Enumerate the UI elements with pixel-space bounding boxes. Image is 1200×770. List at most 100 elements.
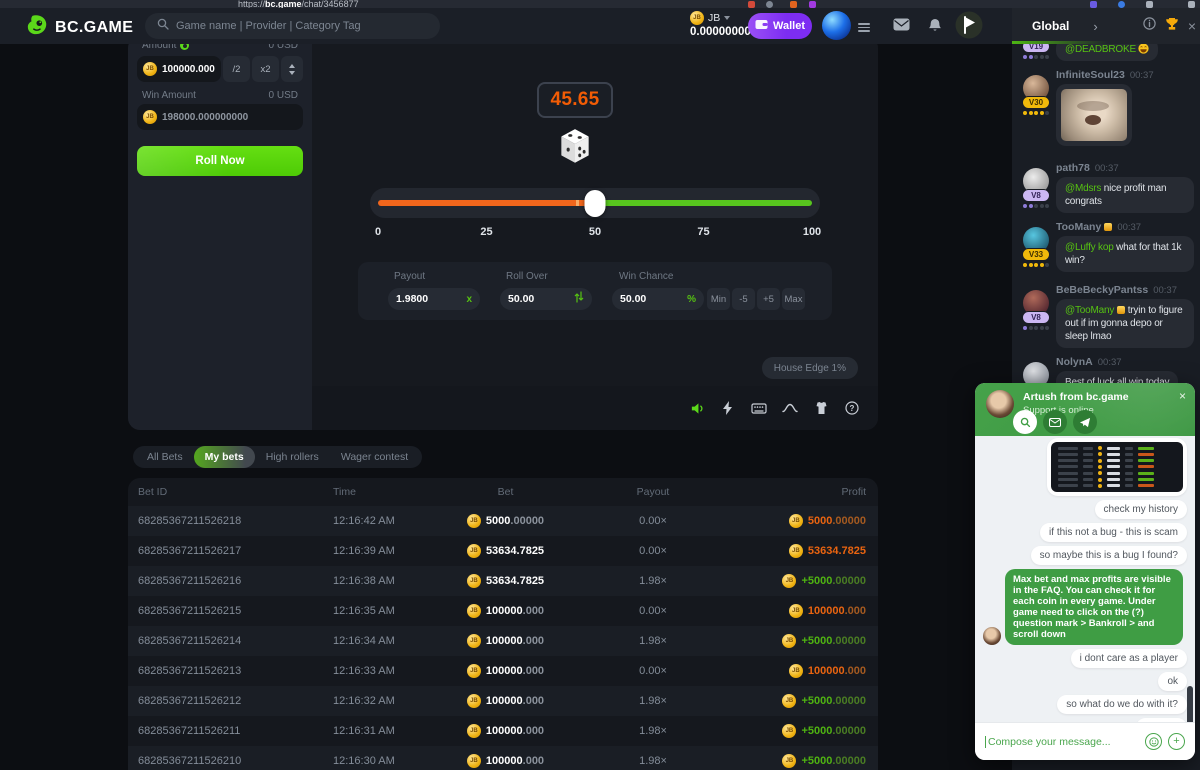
roll-slider[interactable]: [370, 188, 820, 218]
min-button[interactable]: Min: [707, 288, 730, 310]
coin-icon: JB: [467, 724, 481, 738]
chat-room-title[interactable]: Global: [1032, 19, 1069, 33]
close-icon[interactable]: ×: [1188, 19, 1196, 33]
bc-game-logo[interactable]: BC.GAME: [26, 14, 133, 41]
browser-toolbar-icon[interactable]: [1146, 1, 1153, 8]
live-stats-icon[interactable]: [782, 400, 798, 416]
chat-username[interactable]: BeBeBeckyPantss00:37: [1056, 284, 1194, 296]
hotkeys-icon[interactable]: [751, 400, 767, 416]
attach-icon[interactable]: +: [1168, 733, 1185, 750]
payout-input[interactable]: 1.9800 x: [388, 288, 480, 310]
search-input[interactable]: Game name | Provider | Category Tag: [145, 13, 440, 39]
chat-username[interactable]: TooMany00:37: [1056, 221, 1194, 233]
bet-time: 12:16:30 AM: [333, 755, 433, 767]
tab-my-bets[interactable]: My bets: [194, 446, 255, 468]
chat-username[interactable]: InfiniteSoul2300:37: [1056, 69, 1194, 81]
attached-screenshot[interactable]: [1047, 438, 1187, 496]
mail-icon[interactable]: [893, 18, 910, 36]
amount-value: 100000.00000000: [162, 64, 215, 75]
table-row[interactable]: 68285367211526217 12:16:39 AM JB53634.78…: [128, 536, 878, 566]
double-bet-button[interactable]: x2: [252, 56, 279, 82]
max-button[interactable]: Max: [782, 288, 805, 310]
fairness-icon[interactable]: [813, 400, 829, 416]
extension-icon[interactable]: [766, 1, 773, 8]
support-search-icon[interactable]: [1013, 410, 1037, 434]
extension-icon[interactable]: [809, 1, 816, 8]
trophy-icon[interactable]: [1165, 17, 1179, 36]
plus5-button[interactable]: +5: [757, 288, 780, 310]
user-menu-icon[interactable]: [858, 21, 870, 34]
user-mention[interactable]: @Mdsrs: [1065, 183, 1101, 194]
roll-over-input[interactable]: 50.00: [500, 288, 592, 310]
table-row[interactable]: 68285367211526211 12:16:31 AM JB100000.0…: [128, 716, 878, 746]
table-row[interactable]: 68285367211526213 12:16:33 AM JB100000.0…: [128, 656, 878, 686]
info-icon[interactable]: [1143, 17, 1156, 35]
table-row[interactable]: 68285367211526212 12:16:32 AM JB100000.0…: [128, 686, 878, 716]
table-row[interactable]: 68285367211526210 12:16:30 AM JB100000.0…: [128, 746, 878, 770]
multiplier-suffix: x: [466, 294, 472, 305]
bet-time: 12:16:31 AM: [333, 725, 433, 737]
chat-image-bubble[interactable]: [1056, 84, 1132, 146]
logo-icon: [26, 14, 48, 41]
extension-icon[interactable]: [790, 1, 797, 8]
page: https://bc.game/chat/3456877 BC.GAME Gam…: [0, 0, 1200, 770]
chat-username[interactable]: path7800:37: [1056, 162, 1194, 174]
step-up-icon[interactable]: [289, 64, 295, 68]
browser-toolbar-icon[interactable]: [1090, 1, 1097, 8]
bet-payout: 1.98×: [639, 725, 667, 737]
win-chance-input[interactable]: 50.00 %: [612, 288, 704, 310]
bet-profit: JB5000.00000: [789, 514, 878, 528]
minus5-button[interactable]: -5: [732, 288, 755, 310]
support-mail-icon[interactable]: [1043, 410, 1067, 434]
bet-amount: JB5000.00000: [467, 514, 544, 528]
telegram-icon[interactable]: [1073, 410, 1097, 434]
scale-tick: 100: [803, 226, 821, 238]
bet-time: 12:16:33 AM: [333, 665, 433, 677]
browser-toolbar-icon[interactable]: [1118, 1, 1125, 8]
level-badge: V30: [1022, 96, 1050, 109]
wallet-button[interactable]: Wallet: [748, 13, 812, 39]
user-mention[interactable]: @Luffy kop: [1065, 242, 1114, 253]
coin-icon: JB: [467, 574, 481, 588]
col-bet: Bet: [498, 486, 514, 498]
table-row[interactable]: 68285367211526214 12:16:34 AM JB100000.0…: [128, 626, 878, 656]
emoji-icon[interactable]: [1145, 733, 1162, 750]
tab-wager-contest[interactable]: Wager contest: [330, 446, 419, 468]
chat-image[interactable]: [1061, 89, 1127, 141]
table-row[interactable]: 68285367211526216 12:16:38 AM JB53634.78…: [128, 566, 878, 596]
level-badge: V33: [1022, 248, 1050, 261]
slider-track[interactable]: [378, 200, 812, 206]
turbo-icon[interactable]: [720, 400, 736, 416]
volume-icon[interactable]: [689, 400, 705, 416]
table-row[interactable]: 68285367211526218 12:16:42 AM JB5000.000…: [128, 506, 878, 536]
chevron-right-icon[interactable]: ›: [1093, 19, 1097, 34]
extension-icon[interactable]: [748, 1, 755, 8]
win-amount-field: JB 198000.000000000: [137, 104, 303, 130]
user-avatar[interactable]: [822, 11, 851, 40]
bell-icon[interactable]: [928, 18, 942, 38]
slider-thumb[interactable]: [585, 190, 606, 217]
step-down-icon[interactable]: [289, 71, 295, 75]
amount-input[interactable]: JB 100000.00000000: [137, 56, 221, 82]
search-placeholder: Game name | Provider | Category Tag: [176, 20, 361, 32]
bet-payout: 1.98×: [639, 635, 667, 647]
user-mention[interactable]: @TooMany: [1065, 305, 1114, 316]
compose-input[interactable]: Compose your message...: [985, 736, 1145, 748]
win-amount-usd: 0 USD: [269, 90, 298, 101]
promo-icon[interactable]: [955, 11, 983, 44]
tab-all-bets[interactable]: All Bets: [136, 446, 194, 468]
browser-menu-icon[interactable]: [1188, 1, 1195, 8]
address-bar[interactable]: https://bc.game/chat/3456877: [238, 0, 359, 8]
bet-id: 68285367211526216: [128, 575, 333, 587]
roll-now-button[interactable]: Roll Now: [137, 146, 303, 176]
user-mention[interactable]: @DEADBROKE: [1065, 44, 1136, 55]
chat-username[interactable]: NolynA00:37: [1056, 356, 1194, 368]
bets-table: Bet ID Time Bet Payout Profit 6828536721…: [128, 478, 878, 770]
amount-stepper[interactable]: [281, 56, 303, 82]
half-bet-button[interactable]: /2: [223, 56, 250, 82]
tab-high-rollers[interactable]: High rollers: [255, 446, 330, 468]
table-row[interactable]: 68285367211526215 12:16:35 AM JB100000.0…: [128, 596, 878, 626]
close-icon[interactable]: ×: [1179, 389, 1186, 403]
help-icon[interactable]: ?: [844, 400, 860, 416]
swap-icon[interactable]: [574, 290, 584, 308]
